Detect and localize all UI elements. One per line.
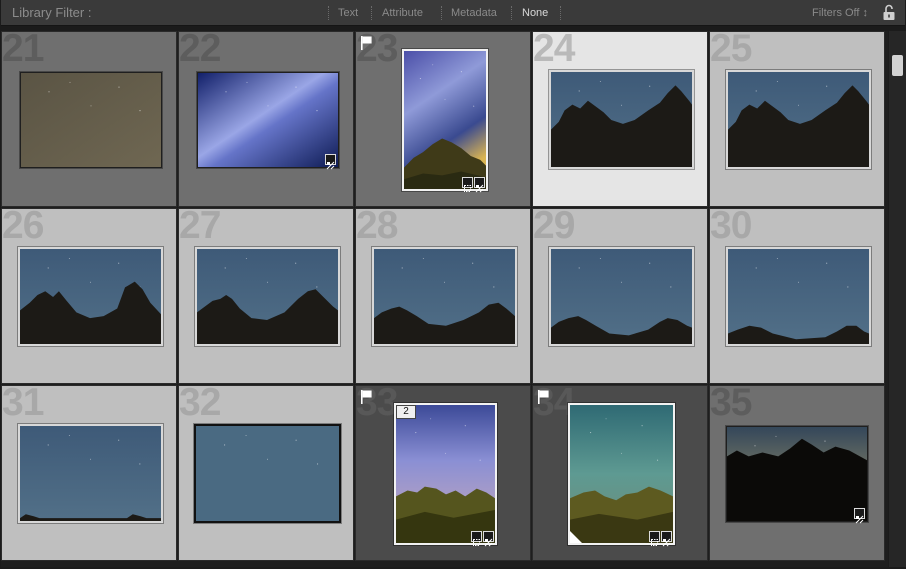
- virtual-copy-corner-icon: [570, 531, 582, 543]
- thumbnail-cell[interactable]: 30: [709, 208, 885, 384]
- cell-index-number: 21: [2, 31, 44, 70]
- cell-index-number: 30: [710, 208, 752, 247]
- lightroom-library-grid-window: Library Filter : Text Attribute Metadata…: [0, 0, 906, 569]
- thumbnail-cell[interactable]: 21: [1, 31, 177, 207]
- cell-index-number: 22: [179, 31, 221, 70]
- filter-tab-metadata[interactable]: Metadata: [451, 7, 497, 19]
- library-filter-bar: Library Filter : Text Attribute Metadata…: [1, 0, 905, 26]
- padlock-open-icon[interactable]: [882, 4, 896, 21]
- filter-tab-attribute[interactable]: Attribute: [382, 7, 423, 19]
- photo-thumbnail[interactable]: [402, 49, 488, 191]
- thumbnail-cell[interactable]: 31: [1, 385, 177, 561]
- thumbnail-cell[interactable]: 22: [178, 31, 354, 207]
- grid-scrollbar[interactable]: [889, 31, 906, 567]
- pick-flag-icon[interactable]: [361, 390, 373, 404]
- develop-adjust-icon[interactable]: [483, 531, 494, 547]
- pick-flag-icon[interactable]: [538, 390, 550, 404]
- crop-icon[interactable]: [471, 531, 482, 546]
- photo-thumbnail[interactable]: [18, 247, 163, 346]
- filter-separator: [371, 6, 372, 20]
- filter-tab-none[interactable]: None: [522, 7, 548, 19]
- thumbnail-cell[interactable]: 27: [178, 208, 354, 384]
- cell-index-number: 31: [2, 385, 44, 424]
- thumbnail-cell[interactable]: 26: [1, 208, 177, 384]
- photo-thumbnail[interactable]: [20, 72, 162, 168]
- thumbnail-cell[interactable]: 28: [355, 208, 531, 384]
- filter-separator: [441, 6, 442, 20]
- photo-thumbnail[interactable]: [372, 247, 517, 346]
- thumbnail-cell[interactable]: 33 2: [355, 385, 531, 561]
- cell-index-number: 29: [533, 208, 575, 247]
- thumbnail-cell[interactable]: 23: [355, 31, 531, 207]
- develop-adjust-icon[interactable]: [661, 531, 672, 547]
- develop-adjust-icon[interactable]: [325, 154, 336, 170]
- filter-separator: [560, 6, 561, 20]
- crop-icon[interactable]: [462, 177, 473, 192]
- filter-separator: [328, 6, 329, 20]
- filter-tab-text[interactable]: Text: [338, 7, 358, 19]
- cell-index-number: 32: [179, 385, 221, 424]
- develop-adjust-icon[interactable]: [474, 177, 485, 193]
- library-filter-label: Library Filter :: [12, 5, 92, 20]
- thumbnail-cell[interactable]: 35: [709, 385, 885, 561]
- develop-adjust-icon[interactable]: [854, 508, 865, 524]
- photo-thumbnail[interactable]: [726, 70, 871, 169]
- cell-index-number: 24: [533, 31, 575, 70]
- scrollbar-thumb[interactable]: [892, 55, 903, 76]
- thumbnail-grid: 21 22 23 24 25 26 27 28 29 30 31 32 33 2 34 35: [1, 31, 888, 567]
- cell-index-number: 25: [710, 31, 752, 70]
- filter-separator: [511, 6, 512, 20]
- thumbnail-cell[interactable]: 24: [532, 31, 708, 207]
- photo-thumbnail[interactable]: [18, 424, 163, 523]
- cell-index-number: 28: [356, 208, 398, 247]
- stack-count-badge[interactable]: 2: [396, 405, 416, 419]
- photo-thumbnail[interactable]: [549, 247, 694, 346]
- crop-icon[interactable]: [649, 531, 660, 546]
- photo-thumbnail[interactable]: [195, 247, 340, 346]
- cell-index-number: 27: [179, 208, 221, 247]
- photo-thumbnail[interactable]: [726, 426, 868, 522]
- thumbnail-cell[interactable]: 34: [532, 385, 708, 561]
- photo-thumbnail[interactable]: [197, 72, 339, 168]
- photo-thumbnail[interactable]: [726, 247, 871, 346]
- photo-thumbnail[interactable]: [194, 424, 341, 523]
- cell-index-number: 26: [2, 208, 44, 247]
- photo-thumbnail[interactable]: [394, 403, 497, 545]
- pick-flag-icon[interactable]: [361, 36, 373, 50]
- photo-thumbnail[interactable]: [549, 70, 694, 169]
- thumbnail-cell[interactable]: 25: [709, 31, 885, 207]
- photo-thumbnail[interactable]: [568, 403, 675, 545]
- thumbnail-cell[interactable]: 29: [532, 208, 708, 384]
- thumbnail-cell[interactable]: 32: [178, 385, 354, 561]
- cell-index-number: 35: [710, 385, 752, 424]
- filter-preset-dropdown[interactable]: Filters Off ↕: [812, 7, 868, 19]
